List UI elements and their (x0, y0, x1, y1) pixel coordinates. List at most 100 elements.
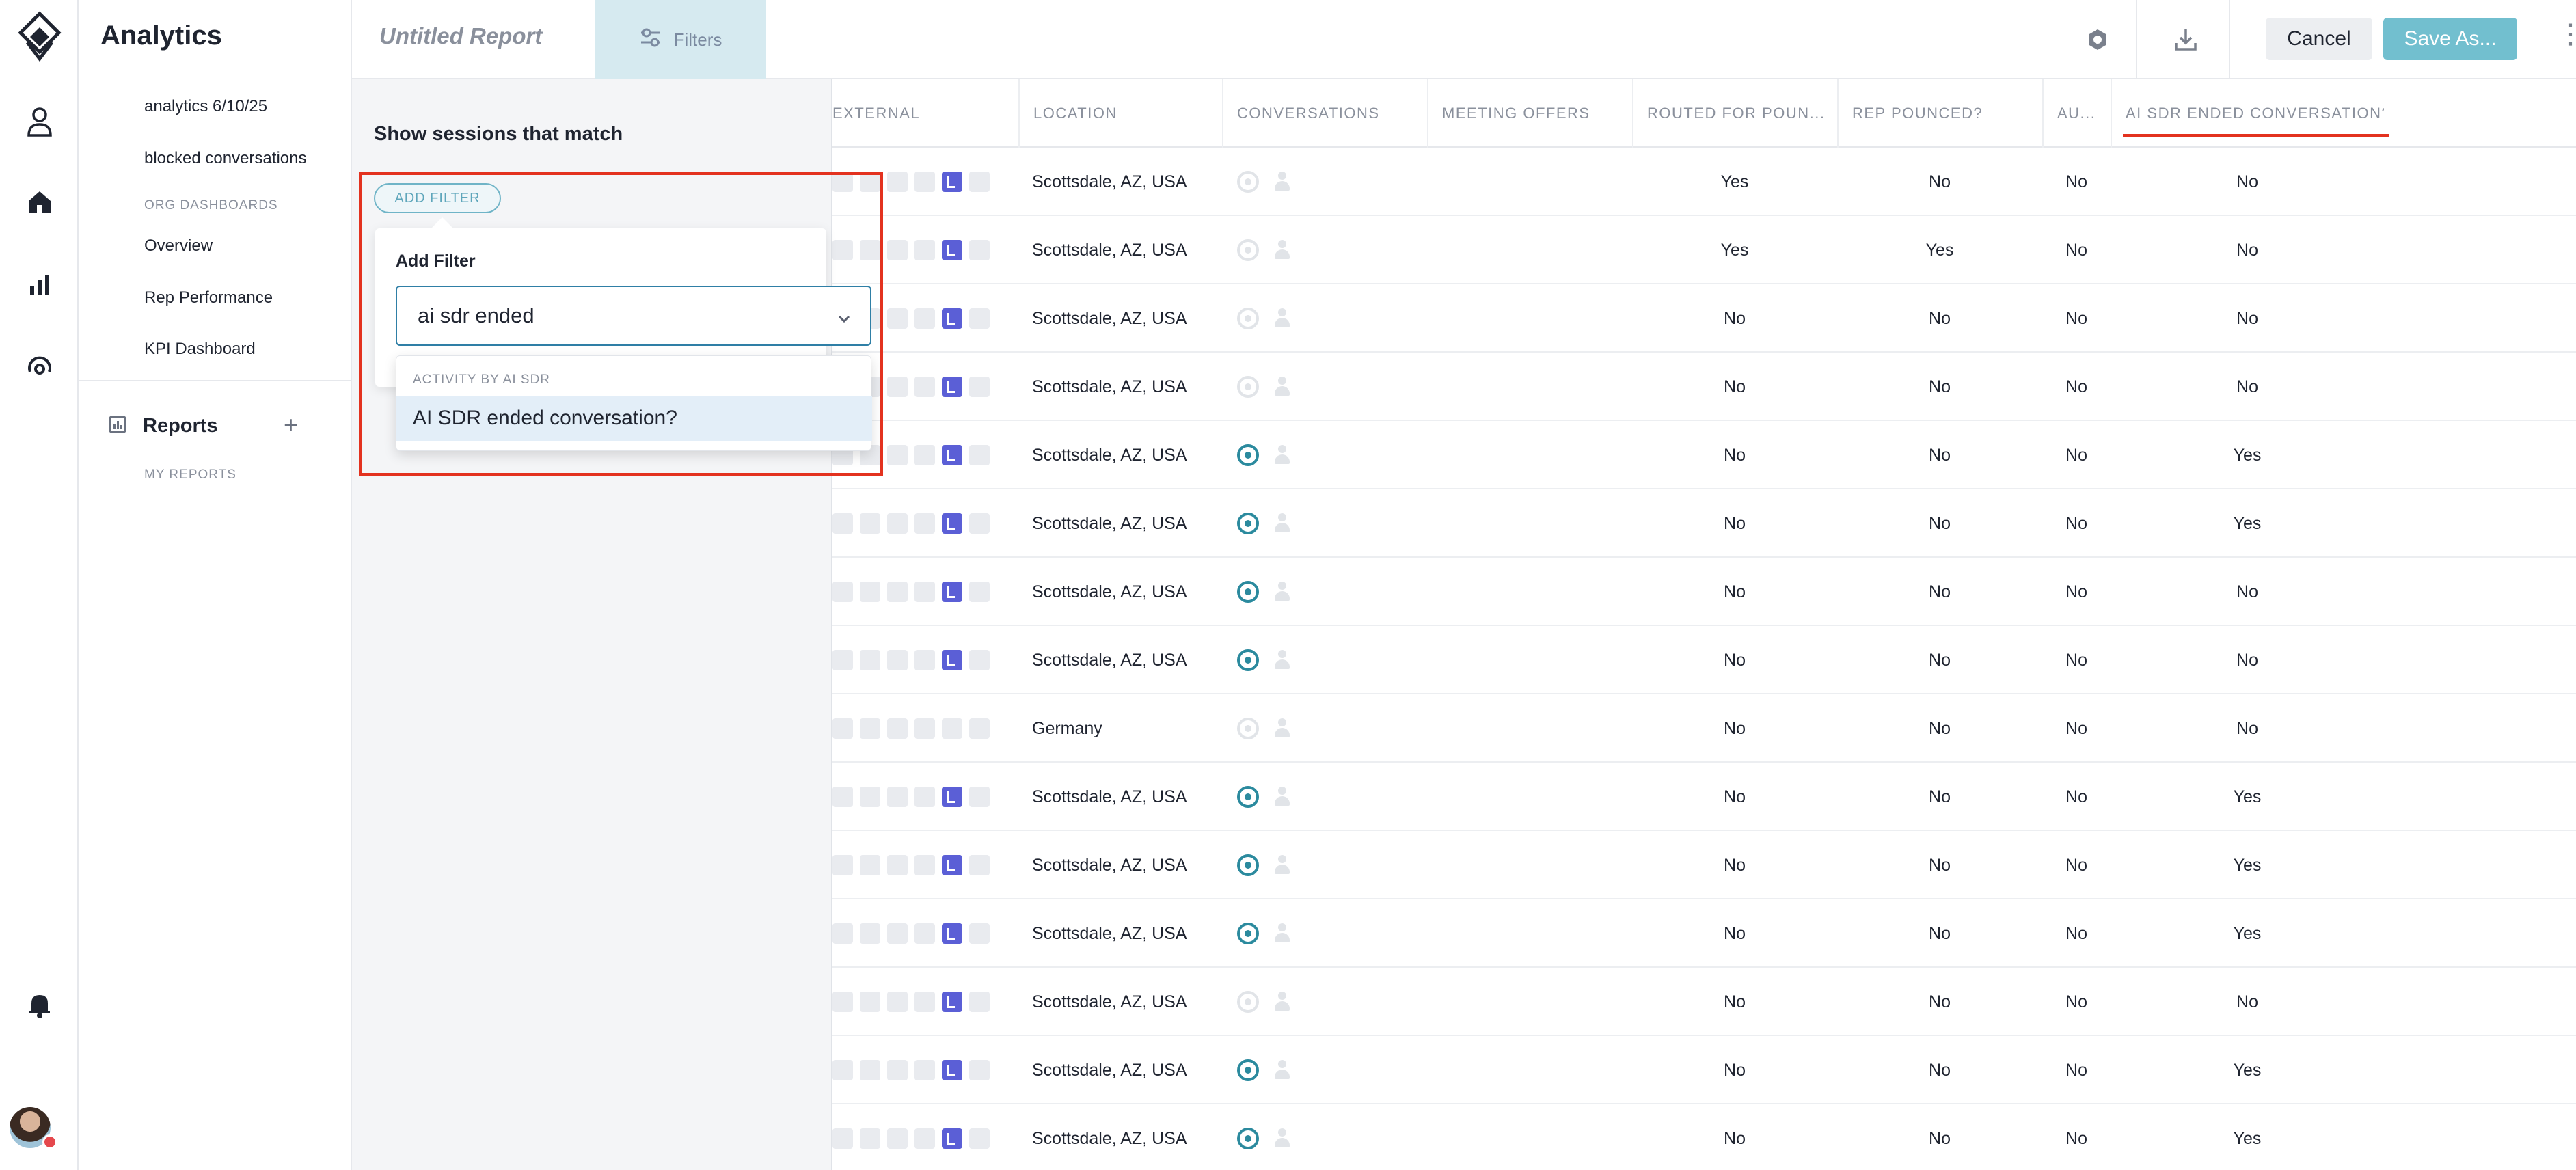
target-icon[interactable] (1237, 649, 1259, 671)
nav-item-kpi-dashboard[interactable]: KPI Dashboard (144, 340, 256, 359)
home-icon[interactable] (0, 182, 79, 223)
location-cell: Scottsdale, AZ, USA (1032, 582, 1187, 601)
table-row[interactable]: Scottsdale, AZ, USA No No No Yes (832, 489, 2576, 558)
add-report-button[interactable]: + (284, 413, 298, 437)
target-icon[interactable] (1237, 923, 1259, 944)
bell-icon[interactable] (0, 984, 79, 1025)
nav-item-blocked-conversations[interactable]: blocked conversations (144, 149, 306, 168)
filter-search-input[interactable]: ai sdr ended (396, 286, 871, 346)
target-icon[interactable] (1237, 308, 1259, 329)
chevron-down-icon[interactable] (836, 308, 852, 332)
table-row[interactable]: Scottsdale, AZ, USA No No No No (832, 558, 2576, 626)
table-row[interactable]: Scottsdale, AZ, USA No No No No (832, 626, 2576, 694)
table-row[interactable]: Germany No No No No (832, 694, 2576, 763)
save-as-button[interactable]: Save As... (2383, 18, 2517, 60)
col-au[interactable]: AU... (2042, 79, 2111, 148)
target-icon[interactable] (1237, 854, 1259, 876)
col-meeting-offers[interactable]: MEETING OFFERS (1427, 79, 1632, 148)
routed-cell: No (1724, 582, 1746, 601)
target-icon[interactable] (1237, 1059, 1259, 1081)
au-cell: No (2065, 923, 2087, 943)
profile-icon[interactable] (0, 101, 79, 142)
report-title[interactable]: Untitled Report (379, 23, 542, 49)
pounced-cell: No (1929, 445, 1951, 465)
col-external[interactable]: EXTERNAL (832, 79, 1018, 148)
location-cell: Scottsdale, AZ, USA (1032, 513, 1187, 533)
target-icon[interactable] (1237, 991, 1259, 1013)
ai-sdr-ended-cell: Yes (2233, 1128, 2262, 1148)
col-routed-for-pounce[interactable]: ROUTED FOR POUN... (1632, 79, 1837, 148)
activity-badge-icon (942, 718, 962, 739)
activity-placeholder-icon (969, 1128, 990, 1149)
table-row[interactable]: Scottsdale, AZ, USA No No No Yes (832, 763, 2576, 831)
activity-badge-icon (942, 855, 962, 875)
target-icon[interactable] (1237, 444, 1259, 466)
nav-item-overview[interactable]: Overview (144, 236, 213, 256)
table-row[interactable]: Scottsdale, AZ, USA No No No No (832, 968, 2576, 1036)
add-filter-button[interactable]: ADD FILTER (374, 183, 501, 213)
tab-filters[interactable]: Filters (595, 0, 766, 79)
target-icon[interactable] (1237, 1128, 1259, 1149)
target-icon[interactable] (1237, 171, 1259, 193)
activity-placeholder-icon (832, 923, 853, 944)
conversations-cell (1237, 968, 1292, 1036)
radar-icon[interactable] (0, 346, 79, 387)
reports-header[interactable]: Reports (107, 414, 218, 438)
col-rep-pounced[interactable]: REP POUNCED? (1837, 79, 2042, 148)
activity-placeholder-icon (832, 650, 853, 670)
cancel-button[interactable]: Cancel (2266, 18, 2372, 60)
conversations-cell (1237, 489, 1292, 558)
target-icon[interactable] (1237, 718, 1259, 739)
target-icon[interactable] (1237, 513, 1259, 534)
target-icon[interactable] (1237, 376, 1259, 398)
target-icon[interactable] (1237, 786, 1259, 808)
table-row[interactable]: Scottsdale, AZ, USA No No No No (832, 353, 2576, 421)
dropdown-group-label: ACTIVITY BY AI SDR (413, 372, 551, 387)
nav-item-analytics-6-10-25[interactable]: analytics 6/10/25 (144, 97, 267, 116)
ai-sdr-ended-cell: Yes (2233, 1060, 2262, 1080)
conversations-cell (1237, 284, 1292, 353)
table-row[interactable]: Scottsdale, AZ, USA Yes No No No (832, 148, 2576, 216)
external-icons (832, 216, 1018, 284)
settings-icon[interactable] (2078, 21, 2117, 59)
column-highlight-underline (2123, 134, 2389, 137)
table-row[interactable]: Scottsdale, AZ, USA No No No Yes (832, 831, 2576, 899)
more-icon[interactable]: ⋮ (2557, 21, 2576, 48)
col-conversations[interactable]: CONVERSATIONS (1222, 79, 1427, 148)
pounced-cell: No (1929, 582, 1951, 601)
activity-badge-icon (942, 923, 962, 944)
download-icon[interactable] (2167, 21, 2205, 59)
col-ai-sdr-ended[interactable]: AI SDR ENDED CONVERSATION? (2111, 79, 2384, 148)
dropdown-option-ai-sdr-ended[interactable]: AI SDR ended conversation? (396, 396, 872, 441)
activity-badge-icon (942, 582, 962, 602)
target-icon[interactable] (1237, 581, 1259, 603)
activity-placeholder-icon (832, 718, 853, 739)
au-cell: No (2065, 992, 2087, 1011)
table-row[interactable]: Scottsdale, AZ, USA No No No Yes (832, 1036, 2576, 1104)
activity-placeholder-icon (860, 513, 880, 534)
conversations-cell (1237, 1104, 1292, 1170)
icon-rail (0, 0, 79, 1170)
external-icons (832, 558, 1018, 626)
activity-placeholder-icon (969, 377, 990, 397)
bar-chart-icon[interactable] (0, 264, 79, 305)
activity-placeholder-icon (832, 513, 853, 534)
target-icon[interactable] (1237, 239, 1259, 261)
activity-badge-icon (942, 240, 962, 260)
table-row[interactable]: Scottsdale, AZ, USA No No No Yes (832, 421, 2576, 489)
au-cell: No (2065, 445, 2087, 465)
table-row[interactable]: Scottsdale, AZ, USA No No No Yes (832, 899, 2576, 968)
pounced-cell: No (1929, 377, 1951, 396)
table-row[interactable]: Scottsdale, AZ, USA No No No No (832, 284, 2576, 353)
table-row[interactable]: Scottsdale, AZ, USA No No No Yes (832, 1104, 2576, 1170)
activity-placeholder-icon (832, 582, 853, 602)
routed-cell: No (1724, 1060, 1746, 1080)
activity-placeholder-icon (914, 992, 935, 1012)
nav-item-rep-performance[interactable]: Rep Performance (144, 288, 273, 308)
activity-placeholder-icon (887, 718, 908, 739)
au-cell: No (2065, 377, 2087, 396)
col-location[interactable]: LOCATION (1018, 79, 1222, 148)
logo-icon[interactable] (0, 10, 79, 64)
table-row[interactable]: Scottsdale, AZ, USA Yes Yes No No (832, 216, 2576, 284)
topbar-divider (2229, 0, 2230, 79)
